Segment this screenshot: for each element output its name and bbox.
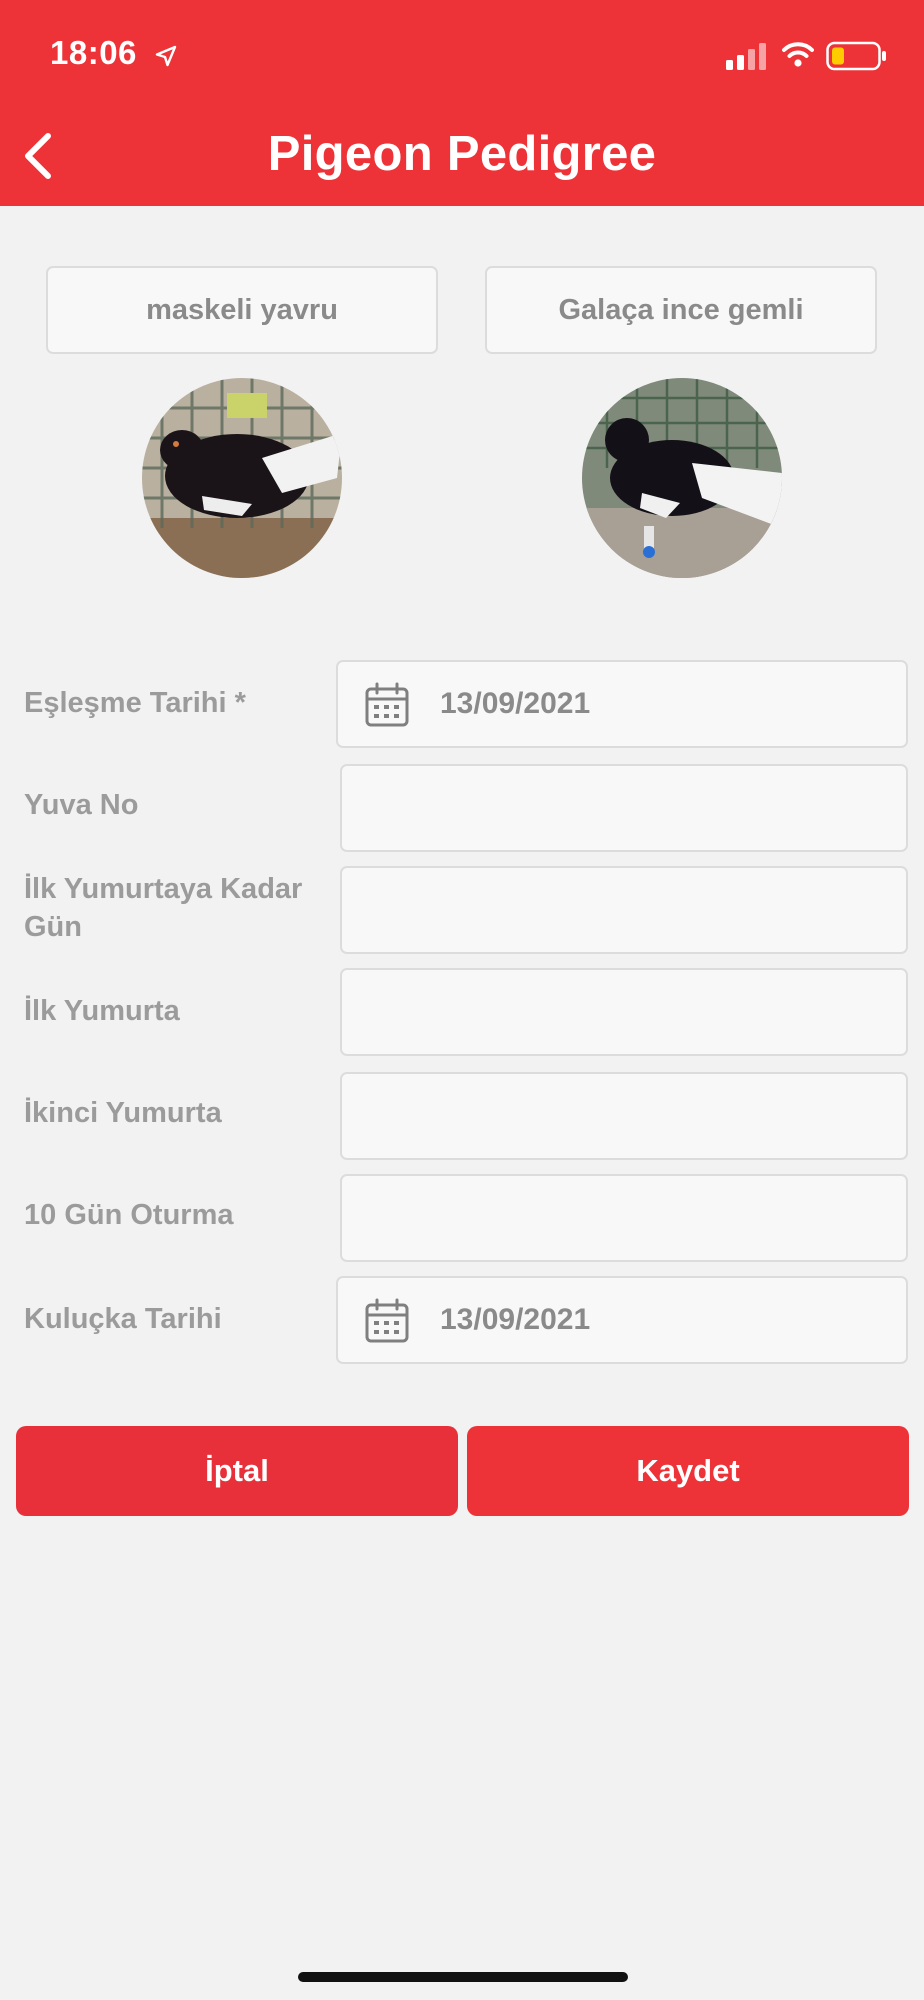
cellular-signal-icon bbox=[726, 43, 766, 70]
hatching-date-value: 13/09/2021 bbox=[440, 1303, 591, 1336]
label-days-to-first-egg: İlk Yumurtaya Kadar Gün bbox=[24, 873, 303, 943]
nest-no-input[interactable] bbox=[340, 764, 908, 852]
calendar-icon bbox=[365, 682, 409, 727]
hatching-date-field[interactable]: 13/09/2021 bbox=[336, 1276, 908, 1364]
left-pigeon-name[interactable]: maskeli yavru bbox=[46, 266, 438, 354]
days-to-first-egg-input[interactable] bbox=[340, 866, 908, 954]
left-pigeon-photo[interactable] bbox=[142, 378, 342, 578]
label-nest-no: Yuva No bbox=[24, 789, 139, 821]
app-header: 18:06 Pigeon Pedigree bbox=[0, 0, 924, 206]
ten-day-sitting-input[interactable] bbox=[340, 1174, 908, 1262]
first-egg-input[interactable] bbox=[340, 968, 908, 1056]
pigeon-photo-image bbox=[582, 378, 782, 578]
battery-low-icon bbox=[826, 41, 886, 71]
label-second-egg: İkinci Yumurta bbox=[24, 1097, 222, 1129]
status-time: 18:06 bbox=[50, 34, 137, 71]
save-button[interactable]: Kaydet bbox=[467, 1426, 909, 1516]
home-indicator bbox=[298, 1972, 628, 1982]
label-10-day-sitting: 10 Gün Oturma bbox=[24, 1199, 234, 1231]
location-arrow-icon bbox=[155, 45, 177, 67]
calendar-icon bbox=[365, 1298, 409, 1343]
page-title: Pigeon Pedigree bbox=[267, 127, 657, 181]
wifi-icon bbox=[782, 42, 814, 67]
pairing-date-field[interactable]: 13/09/2021 bbox=[336, 660, 908, 748]
label-pairing-date: Eşleşme Tarihi * bbox=[24, 687, 246, 719]
right-pigeon-name[interactable]: Galaça ince gemli bbox=[485, 266, 877, 354]
second-egg-input[interactable] bbox=[340, 1072, 908, 1160]
label-hatching-date: Kuluçka Tarihi bbox=[24, 1303, 222, 1335]
cancel-button[interactable]: İptal bbox=[16, 1426, 458, 1516]
right-pigeon-photo[interactable] bbox=[582, 378, 782, 578]
pairing-date-value: 13/09/2021 bbox=[440, 687, 591, 720]
pigeon-photo-image bbox=[142, 378, 342, 578]
label-first-egg: İlk Yumurta bbox=[24, 995, 180, 1027]
